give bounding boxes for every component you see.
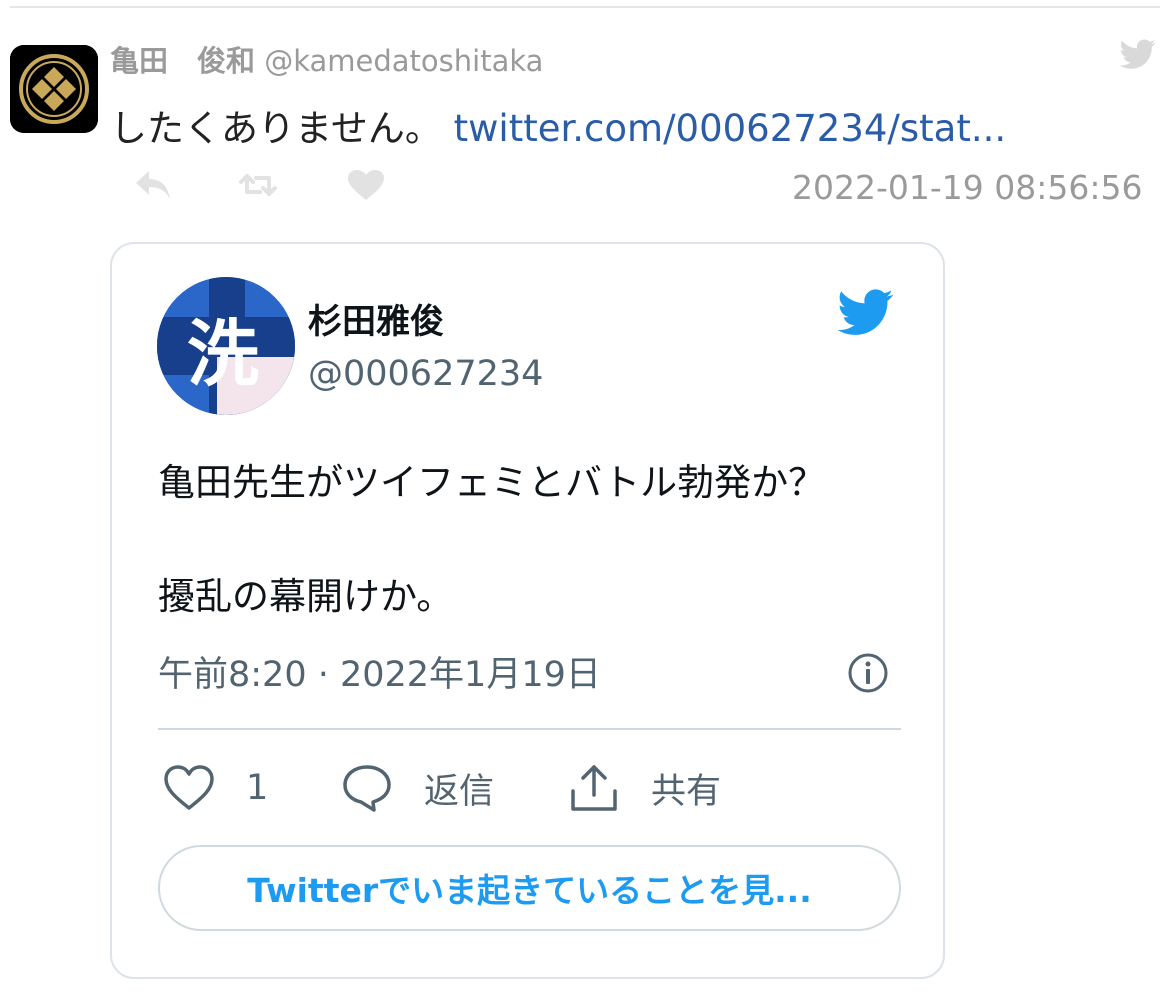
display-name[interactable]: 亀田 俊和 bbox=[110, 44, 255, 78]
embed-date[interactable]: 午前8:20 · 2022年1月19日 bbox=[158, 646, 601, 697]
top-divider bbox=[10, 6, 1160, 8]
embed-share-action[interactable]: 共有 bbox=[567, 762, 721, 814]
embed-text-line-1: 亀田先生がツイフェミとバトル勃発か？ bbox=[158, 461, 826, 504]
share-icon bbox=[571, 765, 617, 811]
embed-divider bbox=[158, 728, 901, 730]
see-whats-happening-button[interactable]: Twitterでいま起きていることを見... bbox=[158, 845, 901, 931]
info-icon[interactable] bbox=[847, 652, 889, 694]
like-icon[interactable] bbox=[346, 168, 386, 202]
family-crest-icon bbox=[10, 45, 98, 133]
embedded-tweet-card[interactable]: 洗 杉田雅俊 @000627234 亀田先生がツイフェミとバトル勃発か？ 擾乱の… bbox=[110, 242, 945, 979]
embed-like-action[interactable]: 1 bbox=[162, 762, 268, 814]
embed-author-handle[interactable]: @000627234 bbox=[308, 354, 543, 394]
embed-avatar[interactable]: 洗 bbox=[157, 277, 295, 415]
embed-author-name[interactable]: 杉田雅俊 bbox=[308, 294, 444, 343]
embed-reply-action[interactable]: 返信 bbox=[340, 762, 494, 814]
tweet-text: したくありません。 twitter.com/000627234/stat... bbox=[110, 98, 1006, 152]
heart-icon bbox=[164, 765, 214, 810]
tweet-body: したくありません。 bbox=[110, 107, 442, 150]
comment-icon bbox=[343, 765, 391, 812]
handle[interactable]: @kamedatoshitaka bbox=[264, 44, 543, 78]
reply-icon[interactable] bbox=[133, 168, 173, 202]
tweet-link[interactable]: twitter.com/000627234/stat... bbox=[454, 107, 1006, 150]
avatar-image: 洗 bbox=[157, 277, 295, 415]
share-label: 共有 bbox=[651, 771, 722, 812]
author-line: 亀田 俊和 @kamedatoshitaka bbox=[110, 38, 543, 80]
twitter-bird-icon[interactable] bbox=[1116, 36, 1160, 72]
retweet-icon[interactable] bbox=[238, 168, 278, 202]
avatar[interactable] bbox=[10, 45, 98, 133]
twitter-bird-icon[interactable] bbox=[833, 284, 899, 340]
avatar-glyph: 洗 bbox=[187, 312, 259, 396]
reply-label: 返信 bbox=[424, 771, 495, 812]
like-count: 1 bbox=[246, 768, 269, 808]
tweet-timestamp[interactable]: 2022-01-19 08:56:56 bbox=[792, 168, 1142, 207]
embed-text-line-2: 擾乱の幕開けか。 bbox=[158, 575, 454, 618]
